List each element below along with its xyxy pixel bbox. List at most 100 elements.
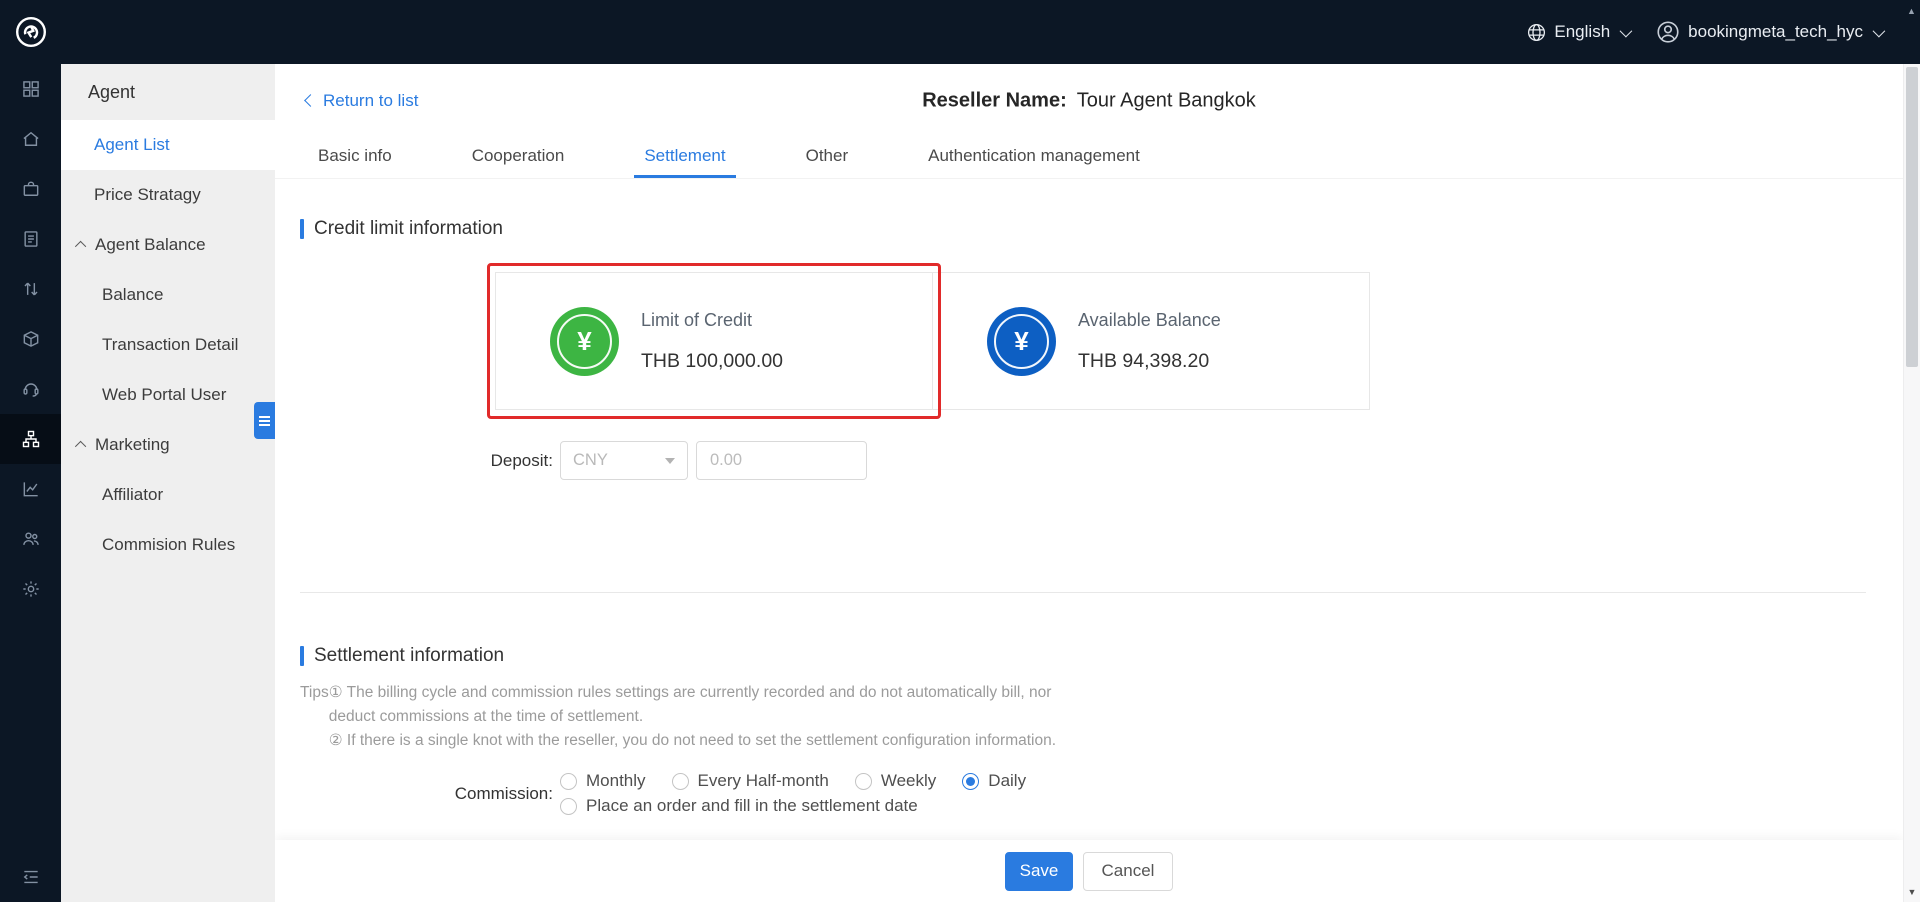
sidebar-item-label: Agent List — [94, 135, 170, 155]
deposit-row: Deposit: CNY — [275, 441, 1903, 480]
vertical-scrollbar[interactable]: ▲ ▼ — [1903, 0, 1920, 902]
tips-line: deduct commissions at the time of settle… — [329, 705, 1056, 729]
section-title-label: Credit limit information — [314, 218, 503, 240]
reseller-value: Tour Agent Bangkok — [1077, 89, 1256, 111]
scroll-down-arrow[interactable]: ▼ — [1903, 882, 1920, 902]
sidebar-group-agent-balance[interactable]: Agent Balance — [61, 220, 275, 270]
sidebar-item-label: Price Stratagy — [94, 185, 201, 205]
language-switcher[interactable]: English — [1526, 22, 1629, 43]
tips-line: ① The billing cycle and commission rules… — [329, 681, 1056, 705]
rail-orders-icon[interactable] — [0, 164, 61, 214]
tab-basic-info[interactable]: Basic info — [308, 137, 402, 178]
sidebar-item-price-stratagy[interactable]: Price Stratagy — [61, 170, 275, 220]
cancel-button[interactable]: Cancel — [1083, 852, 1173, 891]
scrollbar-track[interactable] — [1903, 64, 1920, 882]
card-value: THB 100,000.00 — [641, 350, 783, 373]
scroll-up-arrow[interactable]: ▲ — [1903, 0, 1920, 64]
tab-authentication-management[interactable]: Authentication management — [918, 137, 1150, 178]
card-value: THB 94,398.20 — [1078, 350, 1221, 373]
deposit-currency-select[interactable]: CNY — [560, 441, 688, 480]
sidebar-group-marketing[interactable]: Marketing — [61, 420, 275, 470]
icon-rail — [0, 64, 61, 902]
sidebar-item-web-portal-user[interactable]: Web Portal User — [61, 370, 275, 420]
deposit-amount-input[interactable] — [696, 441, 867, 480]
chevron-left-icon — [304, 94, 317, 107]
radio-daily[interactable]: Daily — [962, 771, 1026, 791]
rail-transfer-icon[interactable] — [0, 264, 61, 314]
menu-fold-icon[interactable] — [0, 852, 61, 902]
radio-weekly[interactable]: Weekly — [855, 771, 936, 791]
radio-icon — [855, 773, 872, 790]
radio-icon — [560, 773, 577, 790]
sidebar-item-transaction-detail[interactable]: Transaction Detail — [61, 320, 275, 370]
chevron-up-icon — [75, 241, 86, 252]
sidebar-item-label: Agent Balance — [95, 235, 206, 255]
settlement-tips: Tips ① The billing cycle and commission … — [300, 681, 1903, 753]
commission-label: Commission: — [275, 784, 553, 804]
section-divider — [300, 592, 1866, 593]
radio-checked-icon — [962, 773, 979, 790]
return-to-list-link[interactable]: Return to list — [306, 91, 418, 111]
selected-currency: CNY — [573, 451, 608, 470]
section-bar — [300, 219, 304, 239]
action-footer: Save Cancel — [275, 840, 1903, 902]
user-avatar-icon — [1655, 19, 1681, 45]
sidebar-item-affiliator[interactable]: Affiliator — [61, 470, 275, 520]
tab-bar: Basic info Cooperation Settlement Other … — [275, 137, 1903, 179]
save-button[interactable]: Save — [1005, 852, 1073, 891]
app-logo — [0, 14, 61, 50]
rail-organization-icon[interactable] — [0, 414, 61, 464]
sidebar-item-label: Transaction Detail — [102, 335, 238, 355]
card-label: Available Balance — [1078, 310, 1221, 331]
rail-products-icon[interactable] — [0, 314, 61, 364]
commission-row: Commission: Monthly Every Half-month Wee… — [275, 771, 1903, 816]
tips-prefix: Tips — [300, 681, 329, 753]
return-label: Return to list — [323, 91, 418, 111]
yen-coin-blue-icon: ¥ — [987, 307, 1056, 376]
sidebar-title: Agent — [61, 64, 275, 120]
radio-icon — [672, 773, 689, 790]
chevron-down-icon — [1873, 24, 1886, 37]
tips-line: ② If there is a single knot with the res… — [329, 729, 1056, 753]
reseller-name: Reseller Name: Tour Agent Bangkok — [922, 89, 1256, 112]
language-label: English — [1554, 22, 1610, 42]
brand-logo-icon — [13, 14, 49, 50]
credit-section-title: Credit limit information — [300, 218, 1903, 240]
rail-customer-service-icon[interactable] — [0, 364, 61, 414]
sidebar-item-label: Affiliator — [102, 485, 163, 505]
rail-users-icon[interactable] — [0, 514, 61, 564]
user-menu[interactable]: bookingmeta_tech_hyc — [1655, 19, 1882, 45]
select-caret-icon — [665, 458, 675, 464]
settlement-section-title: Settlement information — [300, 645, 1903, 667]
rail-documents-icon[interactable] — [0, 214, 61, 264]
sidebar-item-label: Marketing — [95, 435, 170, 455]
scrollbar-thumb[interactable] — [1906, 67, 1918, 367]
radio-every-half-month[interactable]: Every Half-month — [672, 771, 829, 791]
sidebar-item-agent-list[interactable]: Agent List — [61, 120, 275, 170]
reseller-label: Reseller Name: — [922, 89, 1067, 111]
tab-cooperation[interactable]: Cooperation — [462, 137, 575, 178]
collapse-lines-icon — [259, 420, 270, 422]
rail-settings-icon[interactable] — [0, 564, 61, 614]
sidebar-item-label: Web Portal User — [102, 385, 226, 405]
chevron-down-icon — [1620, 24, 1633, 37]
deposit-label: Deposit: — [275, 451, 553, 471]
topbar: English bookingmeta_tech_hyc — [0, 0, 1920, 64]
tab-settlement[interactable]: Settlement — [634, 137, 735, 178]
rail-dashboard-icon[interactable] — [0, 64, 61, 114]
sidebar-collapse-handle[interactable] — [254, 402, 275, 439]
globe-icon — [1526, 22, 1547, 43]
radio-place-order-settlement-date[interactable]: Place an order and fill in the settlemen… — [560, 796, 918, 816]
sidebar-item-commision-rules[interactable]: Commision Rules — [61, 520, 275, 570]
rail-home-icon[interactable] — [0, 114, 61, 164]
limit-of-credit-card: ¥ Limit of Credit THB 100,000.00 — [495, 272, 933, 410]
tab-other[interactable]: Other — [796, 137, 859, 178]
sidebar-item-balance[interactable]: Balance — [61, 270, 275, 320]
rail-analytics-icon[interactable] — [0, 464, 61, 514]
sidebar-item-label: Commision Rules — [102, 535, 235, 555]
sidebar: Agent Agent List Price Stratagy Agent Ba… — [61, 64, 275, 902]
section-title-label: Settlement information — [314, 645, 504, 667]
credit-cards: ¥ Limit of Credit THB 100,000.00 ¥ Avail… — [495, 272, 1903, 410]
username-label: bookingmeta_tech_hyc — [1688, 22, 1863, 42]
radio-monthly[interactable]: Monthly — [560, 771, 646, 791]
